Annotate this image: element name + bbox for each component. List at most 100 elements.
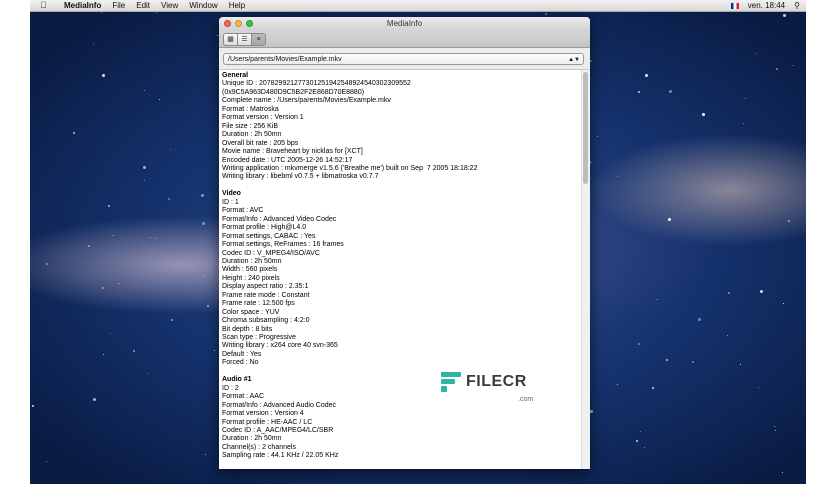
file-path-value: /Users/parents/Movies/Example.mkv — [228, 56, 342, 63]
star — [793, 65, 794, 66]
star — [590, 410, 593, 413]
star — [204, 276, 205, 277]
star — [740, 364, 741, 365]
watermark-suffix: .com — [518, 396, 534, 403]
star — [144, 180, 145, 181]
report-line: Writing library : libebml v0.7.5 + libma… — [222, 173, 379, 181]
window-titlebar[interactable]: MediaInfo — [219, 17, 590, 31]
star — [669, 90, 672, 93]
star — [143, 166, 146, 169]
star — [205, 454, 206, 455]
report-line: Duration : 2h 50mn — [222, 131, 282, 139]
star — [617, 176, 618, 177]
star — [93, 398, 96, 401]
report-line: Format/Info : Advanced Audio Codec — [222, 401, 337, 409]
star — [88, 245, 90, 247]
report-line: Codec ID : V_MPEG4/ISO/AVC — [222, 249, 320, 257]
star — [702, 113, 705, 116]
report-text-area[interactable]: General Unique ID : 207829921277301251942… — [219, 69, 590, 469]
report-line: Format : AVC — [222, 207, 264, 215]
mediainfo-window: MediaInfo ▦ ☰ ≡ /Users/parents/Movies/Ex… — [219, 17, 590, 469]
star — [617, 384, 618, 385]
star — [698, 318, 701, 321]
star — [756, 53, 757, 54]
report-section-heading: General — [222, 72, 249, 79]
star — [103, 354, 104, 355]
star — [636, 440, 638, 442]
star — [101, 12, 102, 13]
star — [201, 194, 204, 197]
report-line: ID : 2 — [222, 384, 239, 392]
input-source-flag-icon[interactable] — [730, 2, 739, 9]
report-blank-line — [222, 182, 590, 190]
vertical-scrollbar[interactable] — [581, 70, 590, 469]
menu-view[interactable]: View — [161, 0, 178, 11]
star — [93, 44, 94, 45]
report-line: Unique ID : 2078299212773012519425489245… — [222, 80, 411, 88]
report-line: Movie name : Braveheart by nicklas for [… — [222, 148, 363, 156]
star — [758, 387, 759, 388]
report-line: Encoded date : UTC 2005-12-26 14:52:17 — [222, 156, 353, 164]
star — [783, 303, 784, 304]
file-path-select[interactable]: /Users/parents/Movies/Example.mkv ▲▼ — [223, 53, 584, 65]
filecr-logo-icon — [437, 370, 463, 394]
zoom-window-icon[interactable] — [246, 20, 253, 27]
spotlight-search-icon[interactable]: ⚲ — [794, 0, 800, 11]
star — [102, 74, 105, 77]
easy-view-icon[interactable]: ▦ — [224, 34, 238, 45]
report-line: File size : 256 KiB — [222, 122, 279, 130]
report-blank-line — [222, 368, 590, 376]
star — [743, 123, 744, 124]
menu-window[interactable]: Window — [189, 0, 217, 11]
report-line: Format version : Version 4 — [222, 410, 304, 418]
report-text: General Unique ID : 207829921277301251942… — [219, 70, 590, 461]
report-line: Frame rate mode : Constant — [222, 291, 310, 299]
star — [202, 222, 205, 225]
app-menu[interactable]: MediaInfo — [64, 0, 101, 11]
text-view-icon[interactable]: ≡ — [252, 34, 265, 45]
view-mode-segmented-control: ▦ ☰ ≡ — [223, 33, 266, 46]
star — [148, 373, 149, 374]
star — [150, 237, 151, 238]
file-path-bar: /Users/parents/Movies/Example.mkv ▲▼ — [219, 48, 590, 70]
report-line: Channel(s) : 2 channels — [222, 443, 296, 451]
report-line: Format settings, ReFrames : 16 frames — [222, 241, 344, 249]
menubar-clock[interactable]: ven. 18:44 — [748, 0, 785, 11]
star — [728, 292, 730, 294]
star — [32, 405, 34, 407]
star — [668, 218, 671, 221]
report-line: Complete name : /Users/parents/Movies/Ex… — [222, 97, 391, 105]
report-line: Color space : YUV — [222, 308, 280, 316]
star — [168, 198, 170, 200]
star — [782, 472, 783, 473]
report-line: ID : 1 — [222, 198, 239, 206]
star — [133, 350, 135, 352]
report-line: Chroma subsampling : 4:2:0 — [222, 317, 310, 325]
minimize-window-icon[interactable] — [235, 20, 242, 27]
star — [46, 263, 48, 265]
tree-view-icon[interactable]: ☰ — [238, 34, 252, 45]
star — [110, 333, 111, 334]
report-line: Duration : 2h 50mn — [222, 435, 282, 443]
star — [217, 35, 218, 36]
star — [657, 299, 658, 300]
chevron-updown-icon: ▲▼ — [568, 57, 580, 63]
star — [46, 461, 47, 462]
star — [170, 149, 171, 150]
star — [155, 238, 156, 239]
menu-bar:  MediaInfo File Edit View Window Help v… — [30, 0, 806, 12]
scrollbar-thumb[interactable] — [583, 72, 588, 184]
close-window-icon[interactable] — [224, 20, 231, 27]
star — [775, 430, 776, 431]
report-line: Format/Info : Advanced Video Codec — [222, 215, 337, 223]
report-line: Display aspect ratio : 2.35:1 — [222, 283, 309, 291]
menu-help[interactable]: Help — [229, 0, 245, 11]
star — [113, 235, 114, 236]
menu-file[interactable]: File — [112, 0, 125, 11]
report-line: Format : Matroska — [222, 105, 279, 113]
report-section-heading: Audio #1 — [222, 376, 252, 384]
apple-menu-icon[interactable]:  — [40, 0, 52, 11]
menu-edit[interactable]: Edit — [136, 0, 150, 11]
star — [727, 335, 728, 336]
star — [214, 350, 215, 351]
